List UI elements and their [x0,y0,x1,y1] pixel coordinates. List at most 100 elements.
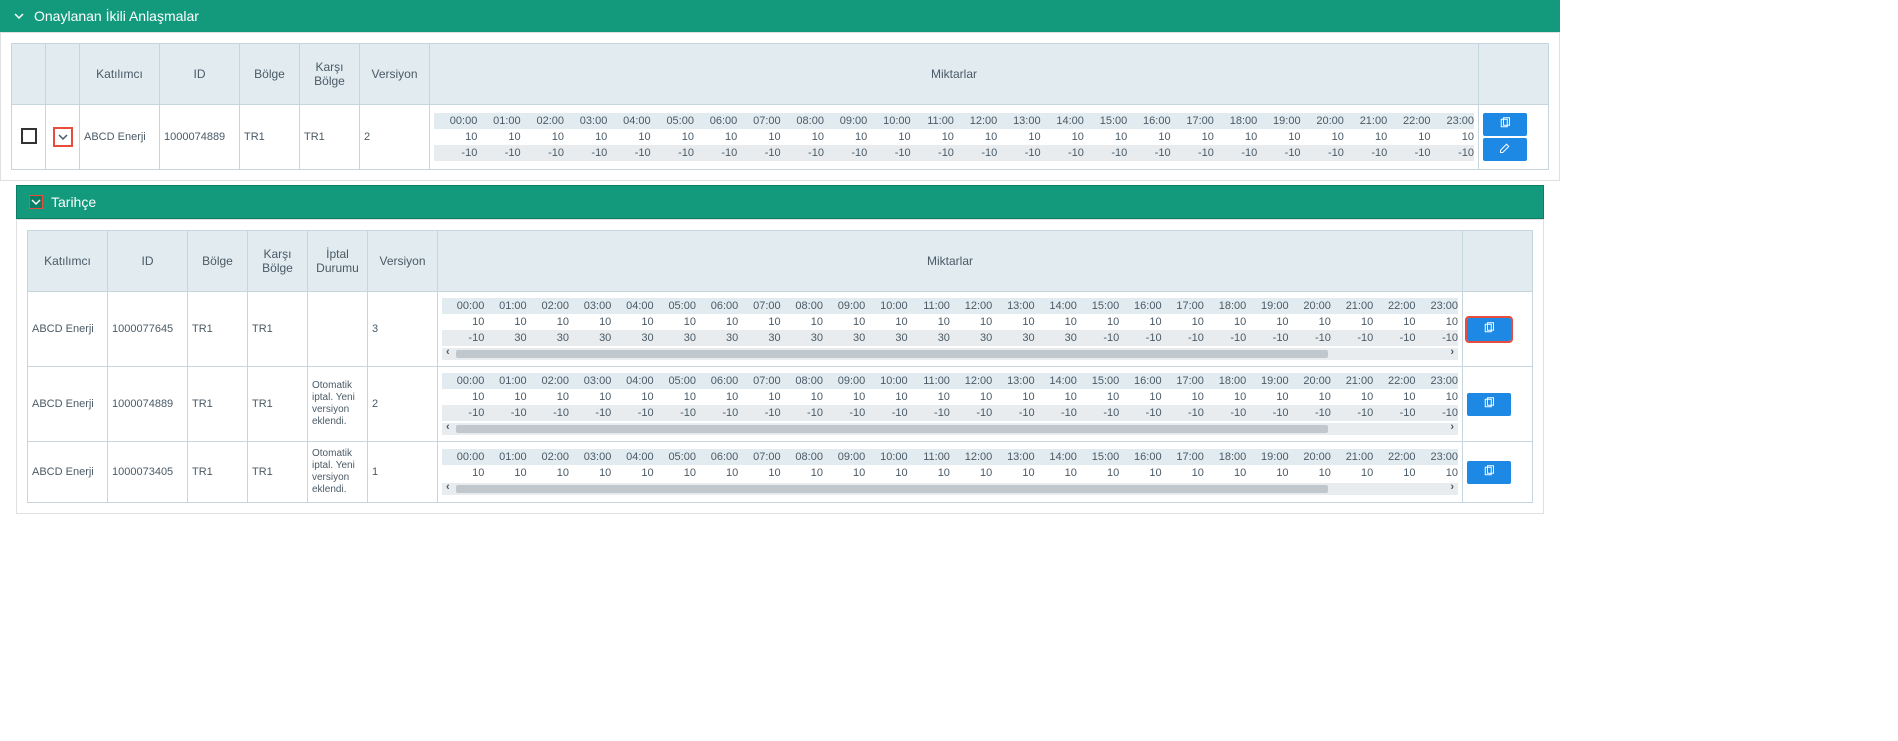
hour-value: 10 [992,389,1034,405]
history-table: Katılımcı ID Bölge Karşı Bölge İptal Dur… [27,230,1533,503]
hour-value: -10 [1204,405,1246,421]
hour-value: 10 [911,129,954,145]
hour-value: 10 [1035,389,1077,405]
hour-value: 30 [484,330,526,346]
hcol-iptal: İptal Durumu [308,231,368,292]
hour-header: 21:00 [1331,298,1373,314]
hcell-bolge: TR1 [188,367,248,442]
hour-value: -10 [1373,330,1415,346]
copy-button[interactable] [1467,461,1511,484]
hour-value: 10 [696,465,738,481]
hour-value: -10 [824,145,867,161]
hour-value: -10 [1204,330,1246,346]
hour-value: 10 [1119,465,1161,481]
hour-value: -10 [651,145,694,161]
hour-value: -10 [950,405,992,421]
hour-value: 10 [1344,129,1387,145]
hour-value: -10 [477,145,520,161]
hour-header: 18:00 [1204,298,1246,314]
hour-header: 07:00 [738,373,780,389]
hour-value: -10 [1344,145,1387,161]
hour-header: 09:00 [823,298,865,314]
hour-value: 10 [564,129,607,145]
copy-button[interactable] [1467,318,1511,341]
hour-value: -10 [1077,330,1119,346]
hour-value: 10 [1431,129,1474,145]
hour-value: 10 [1416,465,1458,481]
hour-value: 10 [1204,389,1246,405]
hour-header: 11:00 [908,298,950,314]
hour-value: -10 [1331,405,1373,421]
hour-value: -10 [1289,330,1331,346]
hour-header: 01:00 [484,298,526,314]
hour-value: 30 [950,330,992,346]
hour-header: 13:00 [992,298,1034,314]
hour-value: -10 [867,145,910,161]
hour-value: 10 [527,314,569,330]
hour-header: 14:00 [1035,449,1077,465]
horizontal-scrollbar[interactable] [442,423,1458,435]
edit-button[interactable] [1483,138,1527,161]
hour-value: -10 [1127,145,1170,161]
history-panel-title: Tarihçe [51,194,96,210]
hour-value: 10 [1416,389,1458,405]
hour-header: 23:00 [1431,113,1474,129]
hour-header: 23:00 [1416,449,1458,465]
horizontal-scrollbar[interactable] [442,483,1458,495]
hour-header: 10:00 [867,113,910,129]
hour-value: -10 [1041,145,1084,161]
row-checkbox[interactable] [21,128,37,144]
hour-header: 15:00 [1077,298,1119,314]
chevron-down-icon [12,9,26,23]
hour-value: 30 [738,330,780,346]
hour-header: 01:00 [484,373,526,389]
hour-header: 08:00 [781,298,823,314]
hour-value: 10 [1416,314,1458,330]
horizontal-scrollbar[interactable] [442,348,1458,360]
chevron-down-icon [29,195,43,209]
hour-value: 30 [992,330,1034,346]
hour-header: 00:00 [434,113,477,129]
hour-header: 12:00 [950,298,992,314]
hour-header: 11:00 [908,449,950,465]
hour-value: -10 [1246,330,1288,346]
hour-value: 10 [1246,389,1288,405]
hour-header: 19:00 [1246,449,1288,465]
hour-header: 16:00 [1119,449,1161,465]
hour-value: -10 [1035,405,1077,421]
hour-header: 02:00 [521,113,564,129]
approved-row: ABCD Enerji 1000074889 TR1 TR1 2 00:0001… [12,105,1549,170]
copy-button[interactable] [1483,113,1527,136]
hour-header: 19:00 [1246,298,1288,314]
expand-button[interactable] [53,127,73,147]
history-panel-header[interactable]: Tarihçe [16,185,1544,219]
hour-value: 10 [781,129,824,145]
hcol-katilimci: Katılımcı [28,231,108,292]
hour-value: 10 [1387,129,1430,145]
hour-header: 09:00 [823,373,865,389]
hour-header: 14:00 [1041,113,1084,129]
hour-header: 18:00 [1214,113,1257,129]
hour-header: 00:00 [442,449,484,465]
hour-header: 09:00 [823,449,865,465]
hour-value: 10 [1289,465,1331,481]
hour-value: 10 [527,465,569,481]
hcell-iptal [308,292,368,367]
hour-header: 11:00 [908,373,950,389]
cell-id: 1000074889 [160,105,240,170]
hour-value: 10 [654,465,696,481]
copy-button[interactable] [1467,393,1511,416]
approved-panel-header[interactable]: Onaylanan İkili Anlaşmalar [0,0,1560,32]
hour-header: 07:00 [737,113,780,129]
cell-katilimci: ABCD Enerji [80,105,160,170]
hour-header: 12:00 [954,113,997,129]
hour-value: -10 [911,145,954,161]
hour-value: -10 [442,330,484,346]
hour-value: -10 [434,145,477,161]
hcell-karsi-bolge: TR1 [248,292,308,367]
hour-value: -10 [737,145,780,161]
hour-value: 10 [1119,389,1161,405]
hour-value: 10 [569,389,611,405]
hour-header: 14:00 [1035,373,1077,389]
hour-value: 30 [865,330,907,346]
